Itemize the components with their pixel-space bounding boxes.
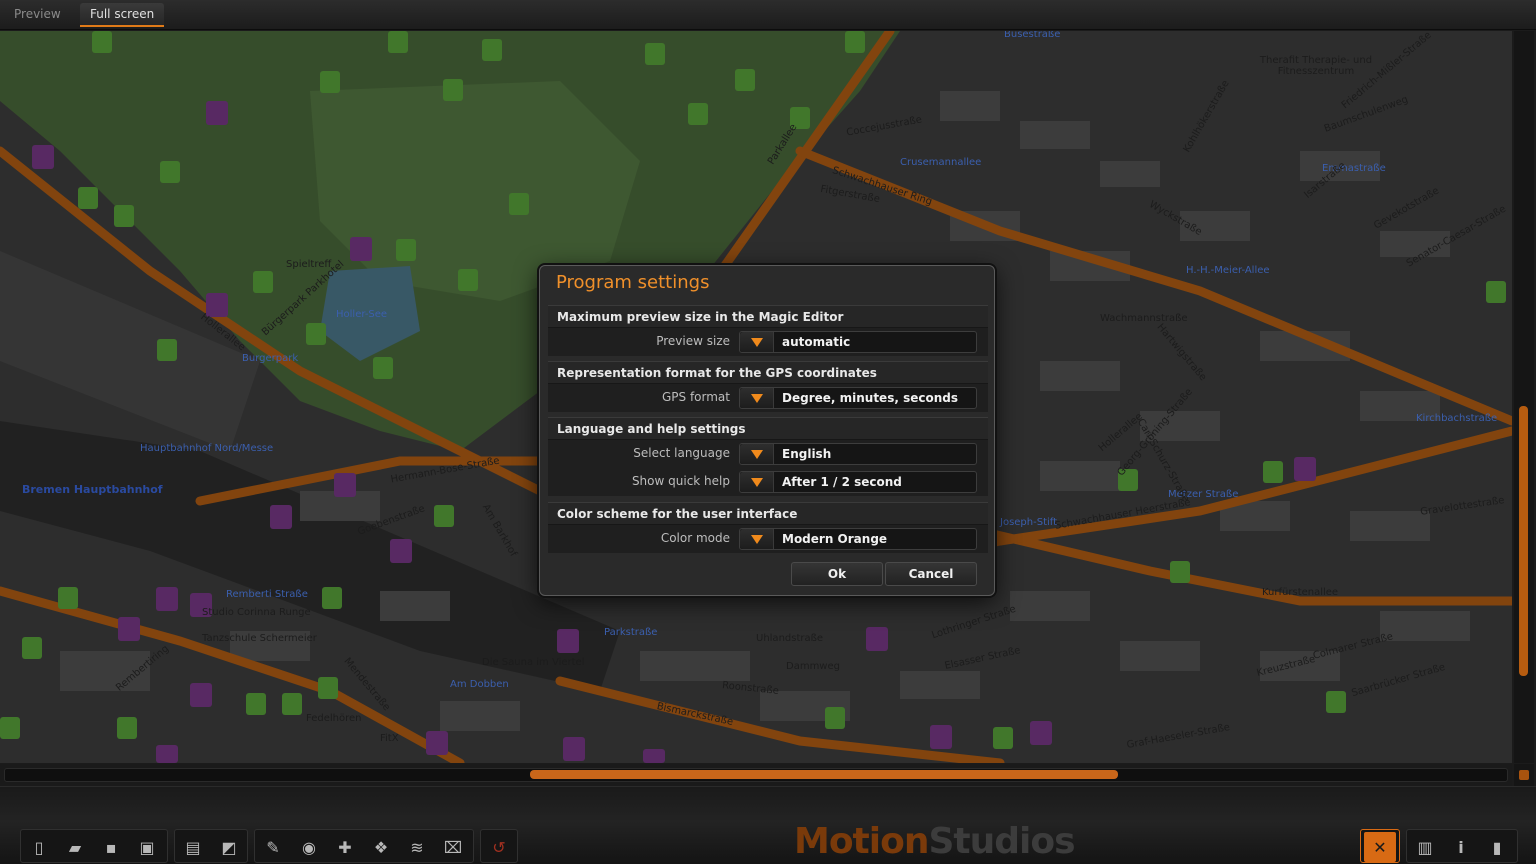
map-label: Am Dobben xyxy=(450,679,509,690)
setting-row-language: Select language English xyxy=(548,440,988,468)
bottom-toolbar: ▯ ▰ ▪ ▣ ▤ ◩ ✎ ◉ ✚ ❖ ≋ ⌧ ↺ MotionStudios … xyxy=(0,786,1536,864)
toolbar-group-settings: ✕ xyxy=(1360,829,1400,863)
map-label: Busestraße xyxy=(1004,31,1061,40)
export-icon[interactable]: ◩ xyxy=(213,832,245,862)
map-label: Studio Corinna Runge xyxy=(202,607,311,618)
scroll-corner xyxy=(1514,764,1534,786)
import-icon[interactable]: ▤ xyxy=(177,832,209,862)
vertical-scroll-thumb[interactable] xyxy=(1519,406,1528,676)
map-label: FitX xyxy=(380,733,399,744)
map-label: Kirchbachstraße xyxy=(1416,413,1498,424)
cancel-button[interactable]: Cancel xyxy=(885,562,977,586)
map-label: Wachmannstraße xyxy=(1100,313,1188,324)
map-label: Holler-See xyxy=(336,309,388,320)
map-label: Bremen Hauptbahnhof xyxy=(22,483,163,496)
setting-label: GPS format xyxy=(661,390,730,404)
program-settings-dialog: Program settings Maximum preview size in… xyxy=(539,265,995,596)
map-label: H.-H.-Meier-Allee xyxy=(1186,265,1270,276)
setting-row-gps-format: GPS format Degree, minutes, seconds xyxy=(548,384,988,412)
setting-label: Select language xyxy=(633,446,730,460)
section-heading: Representation format for the GPS coordi… xyxy=(548,362,988,384)
toolbar-group-io: ▤ ◩ xyxy=(174,829,248,863)
new-file-icon[interactable]: ▯ xyxy=(23,832,55,862)
tools-icon[interactable]: ✕ xyxy=(1364,832,1396,862)
section-heading: Maximum preview size in the Magic Editor xyxy=(548,306,988,328)
undo-icon[interactable]: ↺ xyxy=(483,832,515,862)
preview-size-dropdown[interactable]: automatic xyxy=(739,331,977,353)
map-label: Kurfürstenallee xyxy=(1262,587,1339,598)
section-language: Language and help settings Select langua… xyxy=(548,417,988,496)
gps-format-dropdown[interactable]: Degree, minutes, seconds xyxy=(739,387,977,409)
map-label: Spieltreff xyxy=(286,259,332,270)
section-heading: Color scheme for the user interface xyxy=(548,503,988,525)
ok-button[interactable]: Ok xyxy=(791,562,883,586)
language-dropdown[interactable]: English xyxy=(739,443,977,465)
minimize-icon[interactable]: ▮ xyxy=(1481,832,1513,862)
dialog-title: Program settings xyxy=(556,272,710,293)
map-label: Die Sauna im Viertel xyxy=(482,657,585,668)
map-label: Uhlandstraße xyxy=(756,633,824,644)
vertical-scrollbar[interactable] xyxy=(1514,31,1534,763)
open-folder-icon[interactable]: ▰ xyxy=(59,832,91,862)
map-label: Parkstraße xyxy=(604,627,658,638)
toolbar-group-undo: ↺ xyxy=(480,829,518,863)
dropdown-arrow-icon[interactable] xyxy=(740,388,774,408)
help-book-icon[interactable]: ▥ xyxy=(1409,832,1441,862)
color-mode-dropdown[interactable]: Modern Orange xyxy=(739,528,977,550)
setting-row-color-mode: Color mode Modern Orange xyxy=(548,525,988,553)
map-label: Hauptbahnhof Nord/Messe xyxy=(140,443,274,454)
delete-icon[interactable]: ⌧ xyxy=(437,832,469,862)
puzzle-icon[interactable]: ✚ xyxy=(329,832,361,862)
map-label: Crusemannallee xyxy=(900,157,982,168)
layers-icon[interactable]: ≋ xyxy=(401,832,433,862)
dropdown-value: automatic xyxy=(782,335,851,349)
edit-icon[interactable]: ✎ xyxy=(257,832,289,862)
map-label: Dammweg xyxy=(786,661,840,672)
save-as-icon[interactable]: ▣ xyxy=(131,832,163,862)
map-label: Joseph-Stift xyxy=(1000,517,1058,528)
dropdown-arrow-icon[interactable] xyxy=(740,444,774,464)
corner-icon xyxy=(1519,770,1529,780)
horizontal-scroll-thumb[interactable] xyxy=(530,770,1118,779)
info-icon[interactable]: i xyxy=(1445,832,1477,862)
map-label: Tanzschule Schermeier xyxy=(202,633,317,644)
save-icon[interactable]: ▪ xyxy=(95,832,127,862)
map-label: Therafit Therapie- und Fitnesszentrum xyxy=(1259,55,1373,77)
setting-label: Preview size xyxy=(656,334,730,348)
toolbar-group-file: ▯ ▰ ▪ ▣ xyxy=(20,829,168,863)
map-label: Fedelhören xyxy=(306,713,362,724)
setting-row-preview-size: Preview size automatic xyxy=(548,328,988,356)
map-label: Remberti Straße xyxy=(226,589,308,600)
toolbar-group-tools: ✎ ◉ ✚ ❖ ≋ ⌧ xyxy=(254,829,474,863)
section-heading: Language and help settings xyxy=(548,418,988,440)
section-color-scheme: Color scheme for the user interface Colo… xyxy=(548,502,988,553)
tab-preview[interactable]: Preview xyxy=(4,3,71,27)
dropdown-value: Degree, minutes, seconds xyxy=(782,391,958,405)
dropdown-value: English xyxy=(782,447,832,461)
tab-full-screen[interactable]: Full screen xyxy=(80,3,165,27)
dropdown-value: Modern Orange xyxy=(782,532,888,546)
dropdown-arrow-icon[interactable] xyxy=(740,332,774,352)
setting-row-quick-help: Show quick help After 1 / 2 second xyxy=(548,468,988,496)
dropdown-value: After 1 / 2 second xyxy=(782,475,902,489)
color-wheel-icon[interactable]: ◉ xyxy=(293,832,325,862)
dropdown-arrow-icon[interactable] xyxy=(740,472,774,492)
map-label: Burgerpark xyxy=(242,353,299,364)
setting-label: Show quick help xyxy=(631,474,730,488)
toolbar-group-help: ▥ i ▮ xyxy=(1406,829,1518,863)
dropdown-arrow-icon[interactable] xyxy=(740,529,774,549)
setting-label: Color mode xyxy=(660,531,730,545)
section-gps: Representation format for the GPS coordi… xyxy=(548,361,988,412)
horizontal-scrollbar[interactable] xyxy=(0,764,1512,786)
motionstudios-logo: MotionStudios xyxy=(794,821,1076,862)
view-tab-bar: Preview Full screen xyxy=(0,0,1536,30)
section-preview: Maximum preview size in the Magic Editor… xyxy=(548,305,988,356)
palette-icon[interactable]: ❖ xyxy=(365,832,397,862)
quick-help-dropdown[interactable]: After 1 / 2 second xyxy=(739,471,977,493)
